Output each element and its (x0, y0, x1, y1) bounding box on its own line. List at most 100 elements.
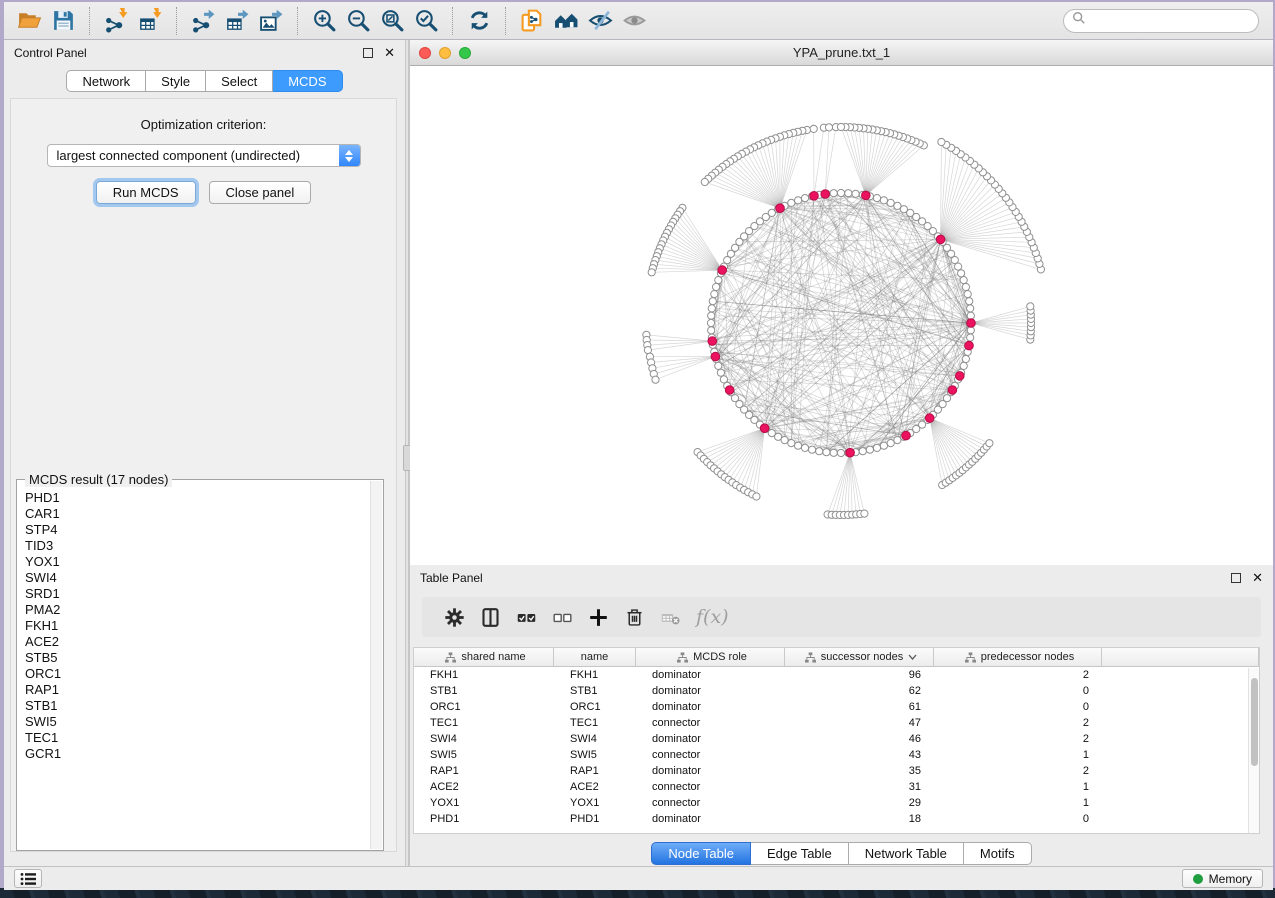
mcds-result-list[interactable]: PHD1CAR1STP4TID3YOX1SWI4SRD1PMA2FKH1ACE2… (25, 490, 370, 848)
tab-network[interactable]: Network (66, 70, 146, 92)
table-row[interactable]: STB1STB1dominator620 (414, 683, 1259, 699)
tab-node-table[interactable]: Node Table (651, 842, 751, 865)
select-all-checkboxes-icon[interactable] (508, 602, 544, 632)
tab-select[interactable]: Select (206, 70, 273, 92)
window-maximize-icon[interactable] (459, 47, 471, 59)
table-panel-title: Table Panel (420, 571, 483, 585)
result-node[interactable]: STB5 (25, 650, 370, 666)
column-header-shared-name[interactable]: shared name (414, 648, 554, 666)
open-file-button[interactable] (12, 6, 46, 36)
result-node[interactable]: RAP1 (25, 682, 370, 698)
result-node[interactable]: CAR1 (25, 506, 370, 522)
refresh-button[interactable] (462, 6, 496, 36)
column-header-MCDS-role[interactable]: MCDS role (636, 648, 785, 666)
vertical-splitter[interactable] (405, 40, 409, 866)
network-graph[interactable] (410, 66, 1273, 565)
cell-shared-name: TEC1 (414, 717, 554, 729)
control-panel-tabs: NetworkStyleSelectMCDS (4, 70, 405, 92)
network-window-title: YPA_prune.txt_1 (410, 45, 1273, 60)
table-row[interactable]: YOX1YOX1connector291 (414, 795, 1259, 811)
save-session-button[interactable] (46, 6, 80, 36)
add-row-icon[interactable] (580, 602, 616, 632)
result-list-scrollbar[interactable] (370, 481, 382, 849)
result-node[interactable]: SWI5 (25, 714, 370, 730)
tab-style[interactable]: Style (146, 70, 206, 92)
column-header-predecessor-nodes[interactable]: predecessor nodes (934, 648, 1102, 666)
export-image-button[interactable] (254, 6, 288, 36)
table-row[interactable]: TEC1TEC1connector472 (414, 715, 1259, 731)
eye-slash-icon (588, 8, 613, 33)
result-node[interactable]: FKH1 (25, 618, 370, 634)
zoom-in-button[interactable] (307, 6, 341, 36)
result-node[interactable]: SWI4 (25, 570, 370, 586)
optimization-criterion-select[interactable]: largest connected component (undirected) (47, 144, 361, 167)
run-mcds-button[interactable]: Run MCDS (96, 181, 196, 204)
tab-edge-table[interactable]: Edge Table (751, 842, 849, 865)
hide-selected-button[interactable] (583, 6, 617, 36)
delete-row-trash-icon[interactable] (616, 602, 652, 632)
search-input[interactable] (1091, 14, 1250, 28)
close-panel-button[interactable]: Close panel (209, 181, 312, 204)
settings-gear-icon[interactable] (436, 602, 472, 632)
result-node[interactable]: GCR1 (25, 746, 370, 762)
zoom-fit-button[interactable] (375, 6, 409, 36)
result-node[interactable]: TEC1 (25, 730, 370, 746)
result-node[interactable]: TID3 (25, 538, 370, 554)
result-node[interactable]: PHD1 (25, 490, 370, 506)
column-header-successor-nodes[interactable]: successor nodes (785, 648, 934, 666)
table-scrollbar-thumb[interactable] (1251, 678, 1258, 766)
result-node[interactable]: STP4 (25, 522, 370, 538)
window-minimize-icon[interactable] (439, 47, 451, 59)
export-table-button[interactable] (220, 6, 254, 36)
cell-shared-name: RAP1 (414, 765, 554, 777)
first-neighbors-button[interactable] (549, 6, 583, 36)
memory-button[interactable]: Memory (1182, 869, 1263, 888)
deselect-all-checkboxes-icon[interactable] (544, 602, 580, 632)
result-node[interactable]: PMA2 (25, 602, 370, 618)
result-node[interactable]: ACE2 (25, 634, 370, 650)
task-history-button[interactable] (14, 869, 42, 888)
show-columns-icon[interactable] (472, 602, 508, 632)
status-bar: Memory (4, 866, 1273, 890)
result-node[interactable]: YOX1 (25, 554, 370, 570)
column-header-name[interactable]: name (554, 648, 636, 666)
table-row[interactable]: SWI4SWI4dominator462 (414, 731, 1259, 747)
tab-network-table[interactable]: Network Table (849, 842, 964, 865)
cell-MCDS-role: connector (636, 717, 785, 729)
cell-predecessor-nodes: 1 (934, 781, 1102, 793)
control-panel: Control Panel ✕ NetworkStyleSelectMCDS O… (4, 40, 405, 866)
export-network-button[interactable] (186, 6, 220, 36)
tab-mcds[interactable]: MCDS (273, 70, 342, 92)
window-close-icon[interactable] (419, 47, 431, 59)
zoom-out-button[interactable] (341, 6, 375, 36)
close-panel-icon[interactable]: ✕ (384, 48, 395, 58)
table-row[interactable]: SWI5SWI5connector431 (414, 747, 1259, 763)
float-panel-icon[interactable] (363, 48, 373, 58)
table-row[interactable]: PHD1PHD1dominator180 (414, 811, 1259, 827)
cell-successor-nodes: 47 (785, 717, 934, 729)
table-row[interactable]: ACE2ACE2connector311 (414, 779, 1259, 795)
toolbar-separator (452, 7, 453, 35)
search-field[interactable] (1063, 9, 1259, 33)
close-panel-icon[interactable]: ✕ (1252, 573, 1263, 583)
table-row[interactable]: RAP1RAP1dominator352 (414, 763, 1259, 779)
eye-icon (622, 8, 647, 33)
table-scrollbar[interactable] (1248, 668, 1259, 833)
table-row[interactable]: FKH1FKH1dominator962 (414, 667, 1259, 683)
show-all-button[interactable] (617, 6, 651, 36)
result-node[interactable]: STB1 (25, 698, 370, 714)
cell-name: TEC1 (554, 717, 636, 729)
result-node[interactable]: SRD1 (25, 586, 370, 602)
result-node[interactable]: ORC1 (25, 666, 370, 682)
duplicate-network-button[interactable] (515, 6, 549, 36)
list-icon (20, 872, 36, 886)
network-canvas[interactable] (410, 66, 1273, 565)
cell-successor-nodes: 35 (785, 765, 934, 777)
import-network-button[interactable] (99, 6, 133, 36)
float-panel-icon[interactable] (1231, 573, 1241, 583)
tab-motifs[interactable]: Motifs (964, 842, 1032, 865)
table-row[interactable]: ORC1ORC1dominator610 (414, 699, 1259, 715)
import-table-button[interactable] (133, 6, 167, 36)
zoom-selected-button[interactable] (409, 6, 443, 36)
network-window-titlebar[interactable]: YPA_prune.txt_1 (410, 40, 1273, 66)
